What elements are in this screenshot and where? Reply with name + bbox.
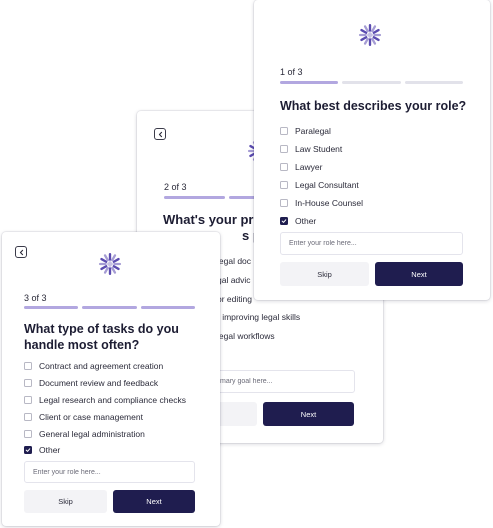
checkbox[interactable] (280, 199, 288, 207)
brand-logo (98, 252, 122, 276)
card-tasks: 3 of 3 What type of tasks do you handle … (2, 232, 220, 526)
role-options: Paralegal Law Student Lawyer Legal Consulta… (280, 122, 363, 230)
checkbox[interactable] (24, 362, 32, 371)
onboarding-stack: 2 of 3 What's your pri s platf legal doc… (0, 0, 493, 528)
checkbox[interactable] (24, 412, 32, 421)
option-fragment[interactable]: gal advic (217, 275, 251, 285)
option-label: Legal Consultant (295, 180, 359, 190)
question-title: What best describes your role? (280, 99, 467, 113)
next-button[interactable]: Next (375, 262, 463, 286)
option-in-house-counsel[interactable]: In-House Counsel (280, 194, 363, 212)
progress-segment (404, 81, 463, 84)
card-role: 1 of 3 What best describes your role? Pa… (254, 0, 490, 300)
next-button[interactable]: Next (263, 402, 354, 426)
primary-goal-input[interactable] (207, 370, 355, 393)
option-label: General legal administration (39, 428, 145, 439)
brand-logo (358, 23, 382, 47)
option-fragment[interactable]: r improving legal skills (217, 312, 300, 322)
checkmark-icon (25, 448, 31, 453)
option-label: In-House Counsel (295, 198, 364, 208)
question-title-line1: What's your pri (163, 212, 258, 227)
chevron-left-icon (19, 249, 23, 255)
option-legal-research-and-compliance-checks[interactable]: Legal research and compliance checks (24, 392, 186, 409)
question-title: What type of tasks do you handle most of… (24, 322, 179, 353)
option-legal-consultant[interactable]: Legal Consultant (280, 176, 363, 194)
progress-segment (140, 306, 195, 309)
progress-segment (82, 306, 137, 309)
checkbox[interactable] (24, 429, 32, 438)
option-label: Document review and feedback (39, 378, 159, 389)
step-indicator: 3 of 3 (24, 293, 47, 303)
option-label: Client or case management (39, 411, 143, 422)
option-label: Legal research and compliance checks (39, 394, 186, 405)
task-input[interactable] (24, 461, 195, 483)
option-lawyer[interactable]: Lawyer (280, 158, 363, 176)
option-label: Contract and agreement creation (39, 361, 164, 372)
next-button[interactable]: Next (113, 490, 195, 513)
progress-segment (164, 196, 225, 199)
step-indicator: 1 of 3 (280, 67, 303, 77)
progress-bar (280, 81, 463, 84)
option-other[interactable]: Other (24, 442, 186, 459)
checkbox[interactable] (24, 379, 32, 388)
option-fragment[interactable]: legal workflows (217, 331, 275, 341)
checkbox[interactable] (24, 446, 32, 455)
option-contract-and-agreement-creation[interactable]: Contract and agreement creation (24, 358, 186, 375)
checkbox[interactable] (280, 217, 288, 225)
checkbox[interactable] (280, 181, 288, 189)
option-label: Lawyer (295, 162, 323, 172)
option-fragment[interactable]: or editing (217, 294, 252, 304)
option-client-or-case-management[interactable]: Client or case management (24, 408, 186, 425)
option-label: Paralegal (295, 126, 331, 136)
option-other[interactable]: Other (280, 212, 363, 230)
back-button[interactable] (15, 246, 27, 258)
skip-button[interactable]: Skip (24, 490, 107, 513)
skip-button[interactable]: Skip (280, 262, 369, 286)
option-general-legal-administration[interactable]: General legal administration (24, 425, 186, 442)
option-label: Other (39, 445, 61, 456)
checkmark-icon (281, 219, 287, 223)
task-options: Contract and agreement creation Document … (24, 358, 186, 459)
option-label: Other (295, 216, 317, 226)
back-button[interactable] (154, 128, 166, 140)
checkbox[interactable] (24, 395, 32, 404)
progress-segment (24, 306, 79, 309)
progress-segment (342, 81, 401, 84)
option-fragment[interactable]: legal doc (217, 256, 251, 266)
checkbox[interactable] (280, 127, 288, 135)
checkbox[interactable] (280, 163, 288, 171)
option-label: Law Student (295, 144, 343, 154)
option-law-student[interactable]: Law Student (280, 140, 363, 158)
progress-segment (280, 81, 339, 84)
chevron-left-icon (158, 131, 162, 137)
checkbox[interactable] (280, 145, 288, 153)
progress-bar (24, 306, 195, 309)
option-paralegal[interactable]: Paralegal (280, 122, 363, 140)
role-input[interactable] (280, 232, 463, 255)
option-document-review-and-feedback[interactable]: Document review and feedback (24, 375, 186, 392)
step-indicator: 2 of 3 (164, 182, 187, 192)
